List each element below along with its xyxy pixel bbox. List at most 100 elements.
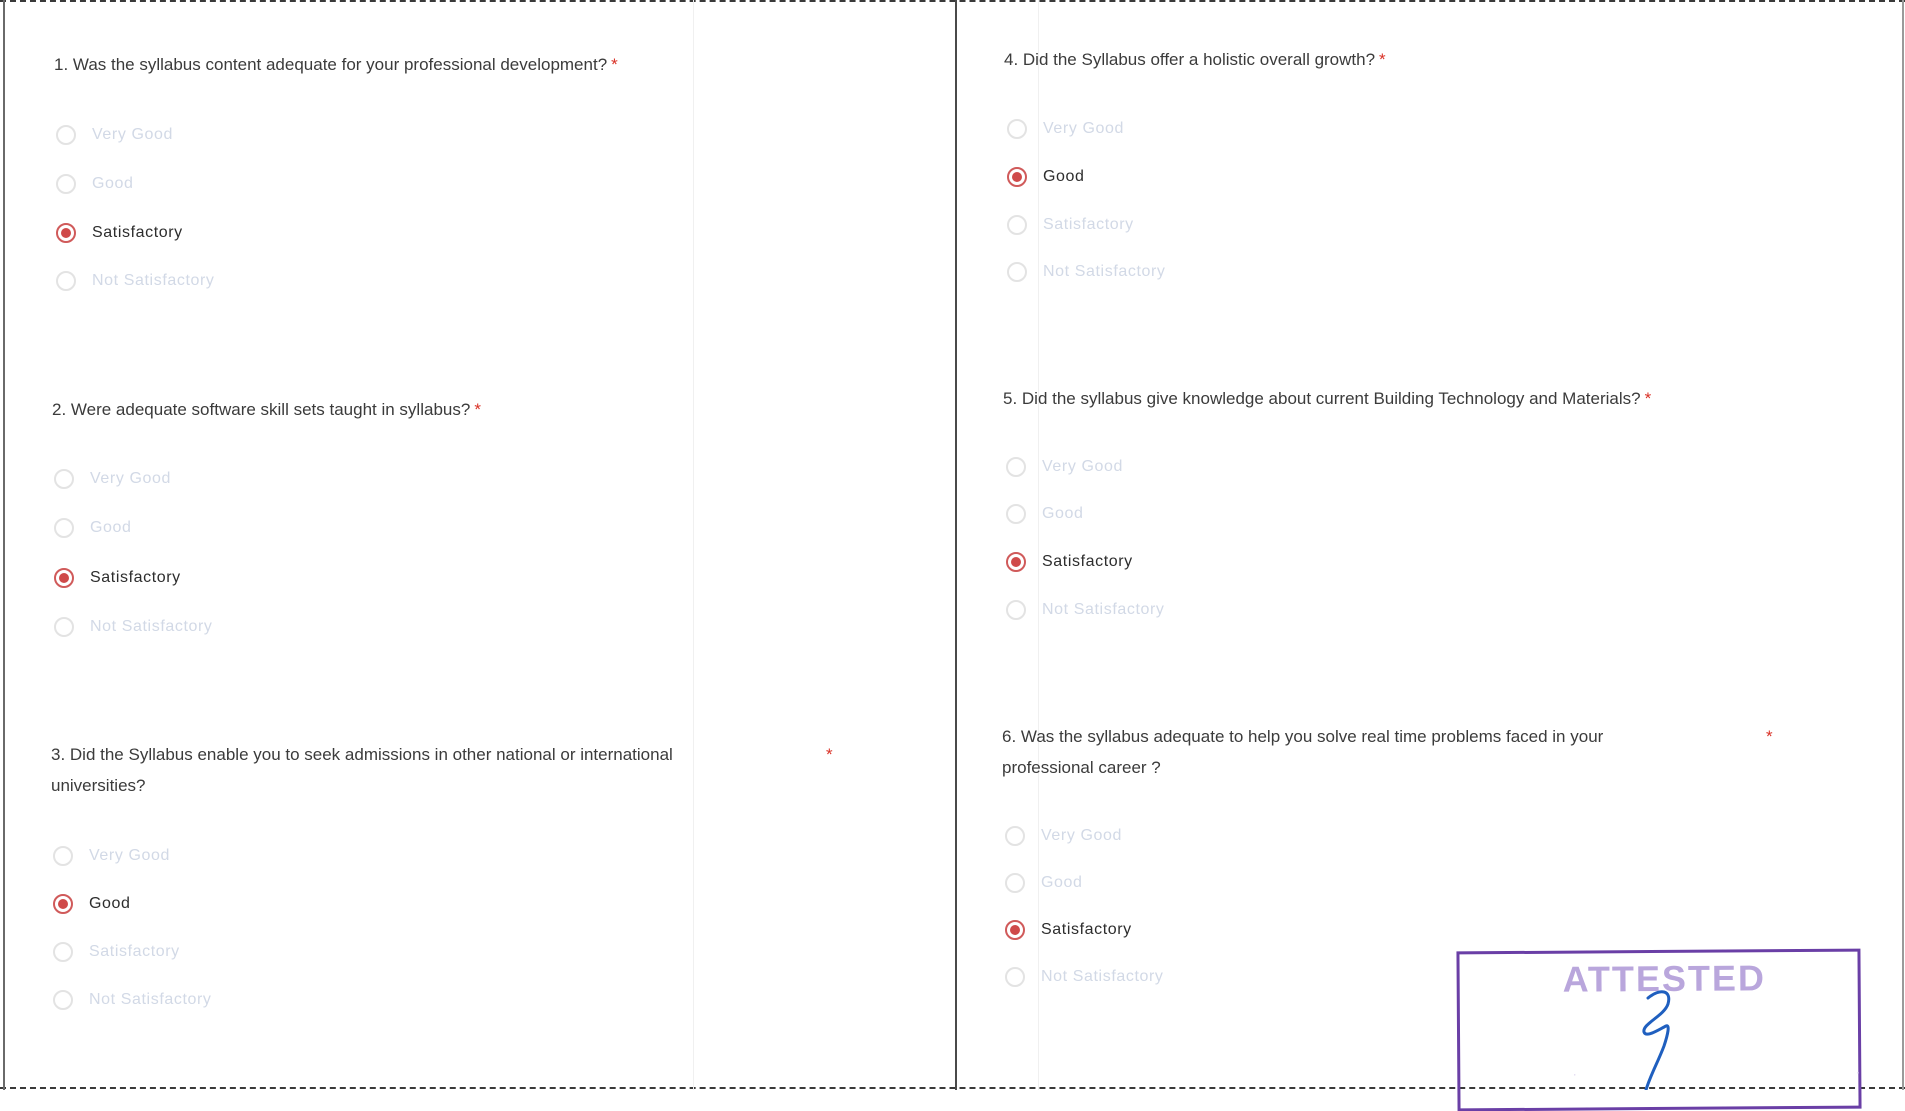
radio-option-very-good[interactable]: Very Good: [1007, 116, 1124, 142]
radio-button[interactable]: [53, 846, 73, 866]
option-label: Not Satisfactory: [1041, 968, 1164, 985]
radio-option-not-satisfactory[interactable]: Not Satisfactory: [56, 268, 215, 294]
radio-option-satisfactory[interactable]: Satisfactory: [1007, 212, 1134, 238]
top-border: [0, 0, 1905, 2]
radio-option-satisfactory[interactable]: Satisfactory: [56, 220, 183, 246]
option-label: Satisfactory: [92, 224, 183, 241]
option-label: Satisfactory: [1043, 216, 1134, 233]
radio-button[interactable]: [1006, 600, 1026, 620]
question-5-title: 5. Did the syllabus give knowledge about…: [1003, 383, 1651, 414]
option-label: Very Good: [90, 470, 172, 487]
question-3-title: 3. Did the Syllabus enable you to seek a…: [51, 739, 931, 801]
option-label: Very Good: [1043, 120, 1125, 137]
radio-button[interactable]: [1006, 457, 1026, 477]
option-label: Satisfactory: [1042, 553, 1133, 570]
question-text: 2. Were adequate software skill sets tau…: [52, 400, 471, 419]
radio-option-not-satisfactory[interactable]: Not Satisfactory: [53, 987, 212, 1013]
radio-button[interactable]: [53, 942, 73, 962]
radio-option-very-good[interactable]: Very Good: [56, 122, 173, 148]
radio-option-good[interactable]: Good: [53, 891, 131, 917]
question-text-line-2: professional career ?: [1002, 758, 1161, 777]
right-border: [1902, 0, 1904, 1090]
radio-option-satisfactory[interactable]: Satisfactory: [53, 939, 180, 965]
question-6-title: 6. Was the syllabus adequate to help you…: [1002, 721, 1882, 783]
radio-button[interactable]: [54, 617, 74, 637]
option-label: Good: [1043, 168, 1085, 185]
left-border: [3, 0, 5, 1090]
radio-button-selected[interactable]: [1007, 167, 1027, 187]
question-text: 4. Did the Syllabus offer a holistic ove…: [1004, 50, 1376, 69]
option-label: Not Satisfactory: [1042, 601, 1165, 618]
radio-option-satisfactory[interactable]: Satisfactory: [1005, 917, 1132, 943]
question-text-line-1: 6. Was the syllabus adequate to help you…: [1002, 727, 1604, 746]
option-label: Good: [92, 175, 134, 192]
radio-option-good[interactable]: Good: [54, 515, 132, 541]
radio-option-not-satisfactory[interactable]: Not Satisfactory: [1007, 259, 1166, 285]
required-asterisk: *: [611, 55, 618, 74]
radio-button[interactable]: [1006, 504, 1026, 524]
radio-option-good[interactable]: Good: [1005, 870, 1083, 896]
option-label: Not Satisfactory: [92, 272, 215, 289]
radio-option-very-good[interactable]: Very Good: [54, 466, 171, 492]
radio-option-very-good[interactable]: Very Good: [1005, 823, 1122, 849]
option-label: Very Good: [1041, 827, 1123, 844]
radio-button[interactable]: [56, 125, 76, 145]
question-text: 5. Did the syllabus give knowledge about…: [1003, 389, 1641, 408]
radio-button[interactable]: [53, 990, 73, 1010]
option-label: Very Good: [92, 126, 174, 143]
option-label: Satisfactory: [90, 569, 181, 586]
option-label: Satisfactory: [1041, 921, 1132, 938]
option-label: Not Satisfactory: [89, 991, 212, 1008]
radio-button[interactable]: [1005, 826, 1025, 846]
radio-button[interactable]: [1007, 119, 1027, 139]
radio-button[interactable]: [54, 469, 74, 489]
radio-option-good[interactable]: Good: [1006, 501, 1084, 527]
question-1-title: 1. Was the syllabus content adequate for…: [54, 49, 618, 80]
option-label: Good: [90, 519, 132, 536]
radio-option-good[interactable]: Good: [1007, 164, 1085, 190]
radio-option-very-good[interactable]: Very Good: [53, 843, 170, 869]
radio-option-not-satisfactory[interactable]: Not Satisfactory: [54, 614, 213, 640]
option-label: Not Satisfactory: [1043, 263, 1166, 280]
option-label: Very Good: [1042, 458, 1124, 475]
radio-button[interactable]: [56, 174, 76, 194]
signature-mark: [1642, 990, 1671, 1090]
radio-button[interactable]: [56, 271, 76, 291]
required-asterisk: *: [1766, 727, 1773, 746]
radio-option-very-good[interactable]: Very Good: [1006, 454, 1123, 480]
radio-button-selected[interactable]: [54, 568, 74, 588]
column-divider: [955, 0, 957, 1090]
required-asterisk: *: [1644, 389, 1652, 408]
option-label: Good: [1042, 505, 1084, 522]
radio-button-selected[interactable]: [53, 894, 73, 914]
option-label: Good: [89, 895, 131, 912]
option-label: Not Satisfactory: [90, 618, 213, 635]
radio-option-not-satisfactory[interactable]: Not Satisfactory: [1006, 597, 1165, 623]
radio-button[interactable]: [1007, 262, 1027, 282]
stamp-faded-mark: · ·: [1572, 1063, 1864, 1082]
question-4-title: 4. Did the Syllabus offer a holistic ove…: [1004, 44, 1386, 75]
radio-button[interactable]: [54, 518, 74, 538]
radio-button[interactable]: [1007, 215, 1027, 235]
radio-option-good[interactable]: Good: [56, 171, 134, 197]
question-text: 1. Was the syllabus content adequate for…: [54, 55, 608, 74]
option-label: Very Good: [89, 847, 171, 864]
radio-button-selected[interactable]: [56, 223, 76, 243]
required-asterisk: *: [1379, 50, 1386, 69]
option-label: Good: [1041, 874, 1083, 891]
radio-button-selected[interactable]: [1006, 552, 1026, 572]
question-text-line-2: universities?: [51, 776, 146, 795]
option-label: Satisfactory: [89, 943, 180, 960]
question-text-line-1: 3. Did the Syllabus enable you to seek a…: [51, 745, 673, 764]
radio-button-selected[interactable]: [1005, 920, 1025, 940]
radio-option-satisfactory[interactable]: Satisfactory: [1006, 549, 1133, 575]
question-2-title: 2. Were adequate software skill sets tau…: [52, 394, 481, 425]
required-asterisk: *: [826, 745, 833, 764]
radio-option-satisfactory[interactable]: Satisfactory: [54, 565, 181, 591]
radio-option-not-satisfactory[interactable]: Not Satisfactory: [1005, 964, 1164, 990]
scan-artifact-line: [693, 0, 694, 1090]
required-asterisk: *: [474, 400, 481, 419]
radio-button[interactable]: [1005, 873, 1025, 893]
radio-button[interactable]: [1005, 967, 1025, 987]
scanned-document: 1. Was the syllabus content adequate for…: [0, 0, 1905, 1111]
